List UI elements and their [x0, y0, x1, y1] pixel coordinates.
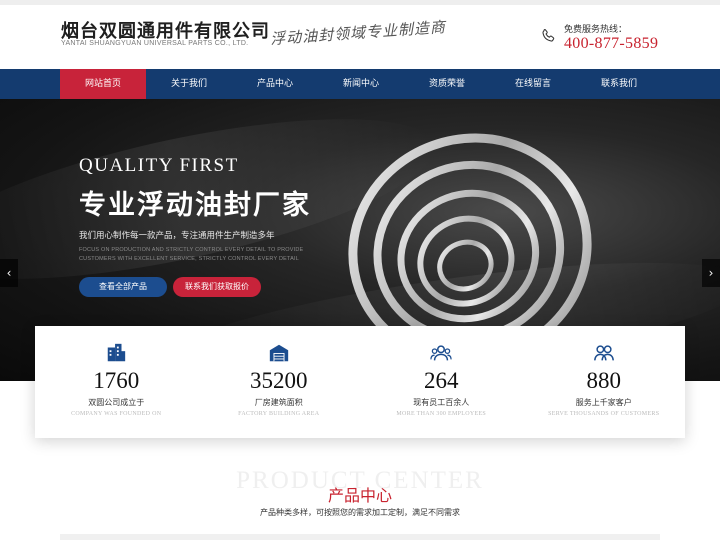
banner-prev-arrow-icon[interactable]: ‹ [0, 259, 18, 287]
hotline-label: 免费服务热线： [564, 25, 628, 35]
banner-title: 专业浮动油封厂家 [79, 190, 311, 221]
top-strip [0, 0, 720, 5]
banner-subtitle: 我们用心制作每一款产品，专注通用件生产制造多年 [79, 231, 275, 241]
stat-number: 264 [424, 368, 459, 393]
company-logo-english: YANTAI SHUANGYUAN UNIVERSAL PARTS CO., L… [61, 40, 249, 47]
building-icon [108, 343, 126, 362]
view-all-products-button[interactable]: 查看全部产品 [79, 277, 167, 297]
product-tabs-strip [60, 534, 660, 540]
customers-icon [593, 345, 614, 361]
team-icon [430, 345, 452, 361]
stat-number: 1760 [93, 368, 140, 393]
nav-item-about[interactable]: 关于我们 [146, 69, 232, 99]
stat-label: 厂房建筑面积 [254, 398, 303, 407]
stat-item-customers: 880 服务上千家客户 SERVE THOUSANDS OF CUSTOMERS [523, 326, 686, 438]
stat-item-area: 35200 厂房建筑面积 FACTORY BUILDING AREA [198, 326, 361, 438]
stat-label: 服务上千家客户 [575, 398, 632, 407]
main-nav: 网站首页 关于我们 产品中心 新闻中心 资质荣誉 在线留言 联系我们 [0, 69, 720, 99]
nav-item-products[interactable]: 产品中心 [232, 69, 318, 99]
stat-label: 双圆公司成立于 [88, 398, 145, 407]
nav-item-honors[interactable]: 资质荣誉 [404, 69, 490, 99]
phone-icon [542, 29, 555, 42]
banner-quality-text: QUALITY FIRST [79, 155, 239, 176]
nav-item-contact[interactable]: 联系我们 [576, 69, 662, 99]
stat-number: 35200 [250, 368, 308, 393]
contact-quote-button[interactable]: 联系我们获取报价 [173, 277, 261, 297]
warehouse-icon [269, 344, 288, 362]
nav-item-home[interactable]: 网站首页 [60, 69, 146, 99]
nav-item-news[interactable]: 新闻中心 [318, 69, 404, 99]
stat-item-founded: 1760 双圆公司成立于 COMPANY WAS FOUNDED ON [35, 326, 198, 438]
stat-item-employees: 264 现有员工百余人 MORE THAN 300 EMPLOYEES [360, 326, 523, 438]
banner-subtitle-english: FOCUS ON PRODUCTION AND STRICTLY CONTROL… [79, 247, 304, 262]
stat-label-english: COMPANY WAS FOUNDED ON [71, 411, 162, 417]
company-slogan: 浮动油封领域专业制造商 [269, 17, 447, 49]
site-header: 烟台双圆通用件有限公司 YANTAI SHUANGYUAN UNIVERSAL … [0, 0, 720, 69]
banner-next-arrow-icon[interactable]: › [702, 259, 720, 287]
product-center-subtitle: 产品种类多样，可按照您的需求加工定制，满足不同需求 [260, 508, 460, 517]
hotline-number[interactable]: 400-877-5859 [564, 35, 658, 53]
stat-label-english: FACTORY BUILDING AREA [238, 411, 320, 417]
stat-label: 现有员工百余人 [413, 398, 470, 407]
nav-item-message[interactable]: 在线留言 [490, 69, 576, 99]
product-center-title: 产品中心 [327, 486, 392, 505]
stat-label-english: MORE THAN 300 EMPLOYEES [396, 411, 487, 417]
company-stats: 1760 双圆公司成立于 COMPANY WAS FOUNDED ON 3520… [35, 326, 685, 438]
stat-label-english: SERVE THOUSANDS OF CUSTOMERS [548, 411, 660, 417]
stat-number: 880 [586, 368, 622, 393]
